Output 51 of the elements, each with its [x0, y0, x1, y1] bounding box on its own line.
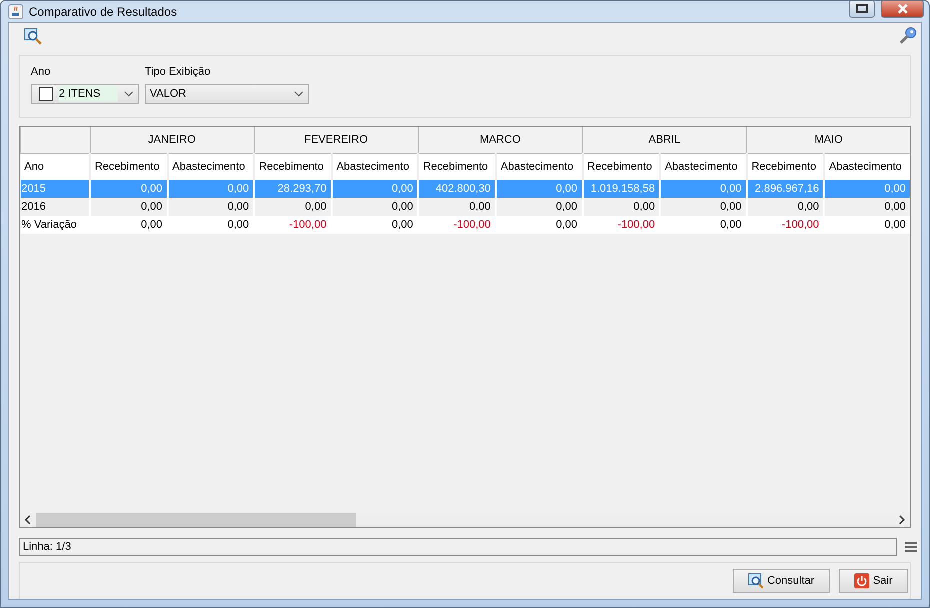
column-header: Recebimento — [418, 154, 496, 180]
month-header: MAIO — [746, 127, 910, 154]
checkbox[interactable] — [39, 87, 53, 101]
menu-icon[interactable] — [905, 542, 917, 552]
chevron-left-icon[interactable] — [24, 515, 32, 525]
column-header: Abastecimento — [660, 154, 747, 180]
table-row[interactable]: % Variação 0,00 0,00 -100,00 0,00 -100,00 0,00 -100,00 0,00 -100,00 0,00 — [20, 216, 910, 234]
status-text: Linha: 1/3 — [19, 538, 897, 556]
chevron-down-icon — [124, 91, 134, 97]
column-header: Recebimento — [254, 154, 332, 180]
table-cell: 0,00 — [824, 216, 910, 234]
column-header: Recebimento — [582, 154, 660, 180]
table-cell: 0,00 — [496, 216, 583, 234]
column-header: Recebimento — [90, 154, 168, 180]
column-header: Recebimento — [746, 154, 824, 180]
column-header: Abastecimento — [496, 154, 583, 180]
consult-button[interactable]: Consultar — [733, 569, 830, 593]
chevron-down-icon — [294, 91, 304, 97]
chevron-right-icon[interactable] — [898, 515, 906, 525]
table-cell: -100,00 — [582, 216, 660, 234]
close-button[interactable] — [881, 1, 924, 18]
window-title: Comparativo de Resultados — [29, 4, 178, 18]
year-dropdown[interactable]: 2 ITENS — [31, 84, 139, 104]
close-icon — [896, 4, 908, 14]
power-icon — [854, 573, 870, 589]
key-icon[interactable] — [899, 27, 917, 45]
column-header: Abastecimento — [824, 154, 910, 180]
table-cell: -100,00 — [418, 216, 496, 234]
column-header: Ano — [20, 154, 90, 180]
month-header: ABRIL — [582, 127, 747, 154]
exit-button[interactable]: Sair — [839, 569, 908, 593]
magnifier-icon — [748, 573, 764, 589]
restore-button[interactable] — [849, 1, 875, 18]
table-cell: -100,00 — [746, 216, 824, 234]
magnifier-icon[interactable] — [24, 27, 42, 45]
display-type-dropdown[interactable]: VALOR — [145, 84, 309, 104]
table-cell: % Variação — [20, 216, 90, 234]
column-header: Abastecimento — [168, 154, 254, 180]
field-label: Ano — [31, 66, 52, 78]
column-header: Abastecimento — [332, 154, 418, 180]
table-cell: 0,00 — [90, 216, 168, 234]
restore-icon — [856, 4, 868, 13]
table-cell: -100,00 — [254, 216, 332, 234]
table-cell: 0,00 — [660, 216, 747, 234]
table-cell: 0,00 — [168, 216, 254, 234]
table-row[interactable]: 2016 0,00 0,00 0,00 0,00 0,00 0,00 0,00 0,00 0,00 0,00 — [20, 198, 910, 216]
table-cell: 0,00 — [332, 216, 418, 234]
field-label: Tipo Exibição — [145, 66, 212, 78]
month-header: MARCO — [418, 127, 583, 154]
month-header: JANEIRO — [90, 127, 254, 154]
month-header: FEVEREIRO — [254, 127, 418, 154]
